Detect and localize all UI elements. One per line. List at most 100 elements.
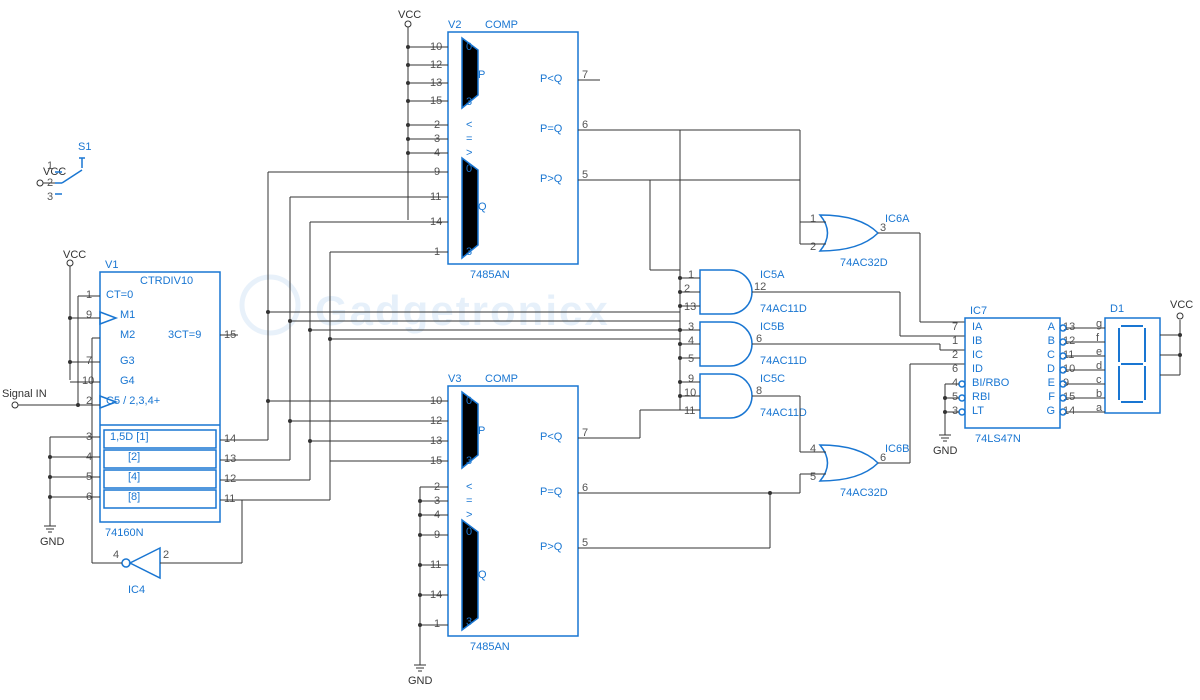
svg-text:IC4: IC4 [128, 584, 145, 596]
svg-text:GND: GND [408, 675, 433, 687]
svg-text:>: > [466, 509, 472, 521]
svg-text:4: 4 [113, 549, 119, 561]
svg-text:P=Q: P=Q [540, 123, 563, 135]
watermark: Gadgetronicx [242, 277, 610, 334]
svg-text:4: 4 [688, 335, 694, 347]
svg-text:74LS47N: 74LS47N [975, 433, 1021, 445]
svg-text:G4: G4 [120, 375, 135, 387]
svg-text:7485AN: 7485AN [470, 269, 510, 281]
svg-text:IC6A: IC6A [885, 213, 910, 225]
svg-text:P>Q: P>Q [540, 173, 563, 185]
comparator-v2: V2 COMP P Q 03 <=> 03 10121315 234 91114… [406, 19, 680, 281]
svg-text:IC5C: IC5C [760, 373, 785, 385]
svg-text:3: 3 [688, 321, 694, 333]
svg-text:ID: ID [972, 363, 983, 375]
svg-text:3: 3 [47, 191, 53, 203]
svg-text:B: B [1048, 335, 1055, 347]
svg-text:8: 8 [756, 385, 762, 397]
svg-text:S1: S1 [78, 141, 91, 153]
svg-text:11: 11 [224, 493, 235, 505]
svg-text:1: 1 [434, 618, 440, 630]
svg-text:12: 12 [224, 473, 236, 485]
svg-text:a: a [1096, 402, 1103, 414]
svg-text:13: 13 [224, 453, 236, 465]
svg-text:V3: V3 [448, 373, 461, 385]
svg-text:3: 3 [952, 405, 958, 417]
svg-text:1: 1 [688, 269, 694, 281]
svg-text:g: g [1096, 318, 1102, 330]
svg-text:3: 3 [466, 246, 472, 258]
svg-text:11: 11 [684, 405, 695, 417]
svg-text:COMP: COMP [485, 373, 518, 385]
svg-text:0: 0 [466, 395, 472, 407]
svg-text:IA: IA [972, 321, 983, 333]
svg-text:Gadgetronicx: Gadgetronicx [315, 287, 610, 334]
svg-text:Q: Q [478, 569, 487, 581]
svg-text:7: 7 [86, 355, 92, 367]
svg-text:P<Q: P<Q [540, 73, 563, 85]
svg-text:d: d [1096, 360, 1102, 372]
svg-text:6: 6 [880, 452, 886, 464]
svg-text:[2]: [2] [128, 451, 140, 463]
svg-text:1: 1 [952, 335, 958, 347]
svg-text:7: 7 [952, 321, 958, 333]
svg-text:12: 12 [754, 281, 766, 293]
svg-text:5: 5 [582, 169, 588, 181]
svg-text:IC: IC [972, 349, 983, 361]
svg-text:LT: LT [972, 405, 984, 417]
svg-text:b: b [1096, 388, 1102, 400]
svg-text:F: F [1048, 391, 1055, 403]
svg-text:<: < [466, 119, 472, 131]
display-d1: D1 gfe dcba VCC [1066, 299, 1193, 414]
svg-text:10: 10 [684, 387, 696, 399]
svg-text:6: 6 [952, 363, 958, 375]
svg-text:P<Q: P<Q [540, 431, 563, 443]
svg-text:3: 3 [466, 96, 472, 108]
svg-text:V2: V2 [448, 19, 461, 31]
vcc-bus-top: VCC [398, 9, 421, 220]
svg-text:14: 14 [224, 433, 236, 445]
svg-text:c: c [1096, 374, 1102, 386]
svg-text:74AC11D: 74AC11D [760, 355, 807, 367]
svg-text:7: 7 [582, 427, 588, 439]
svg-text:P>Q: P>Q [540, 541, 563, 553]
svg-text:GND: GND [40, 536, 65, 548]
svg-text:7485AN: 7485AN [470, 641, 510, 653]
svg-text:7: 7 [582, 69, 588, 81]
comparator-v3: V3 COMP P Q 03 <=> 03 10121315 234 91114… [266, 373, 800, 687]
svg-text:3CT=9: 3CT=9 [168, 329, 201, 341]
svg-text:e: e [1096, 346, 1102, 358]
svg-text:RBI: RBI [972, 391, 990, 403]
svg-text:D1: D1 [1110, 303, 1124, 315]
svg-text:COMP: COMP [485, 19, 518, 31]
decoder-input-net [900, 233, 965, 463]
svg-text:2: 2 [163, 549, 169, 561]
svg-text:Q: Q [478, 201, 487, 213]
svg-text:IB: IB [972, 335, 982, 347]
svg-text:>: > [466, 147, 472, 159]
svg-text:<: < [466, 481, 472, 493]
svg-text:VCC: VCC [398, 9, 421, 21]
svg-text:5: 5 [582, 537, 588, 549]
svg-text:74AC32D: 74AC32D [840, 487, 888, 499]
decoder-ic7: IC7 IA IB IC ID BI/RBO RBI LT A B C D E … [933, 305, 1075, 457]
svg-text:IC5A: IC5A [760, 269, 785, 281]
svg-text:GND: GND [933, 445, 958, 457]
svg-text:P: P [478, 69, 485, 81]
svg-text:6: 6 [582, 119, 588, 131]
and-gates: IC5A 74AC11D 121312 IC5B 74AC11D 3456 IC… [640, 130, 940, 438]
svg-text:CT=0: CT=0 [106, 289, 133, 301]
svg-text:6: 6 [756, 333, 762, 345]
svg-text:3: 3 [880, 222, 886, 234]
svg-text:P=Q: P=Q [540, 486, 563, 498]
counter-v1: V1 CTRDIV10 19 7102 3456 CT=0 M1 M2 G3 G… [40, 249, 330, 548]
svg-text:74AC32D: 74AC32D [840, 257, 888, 269]
switch-s1: VCC S1 123 [37, 141, 91, 203]
svg-text:G3: G3 [120, 355, 135, 367]
svg-text:1,5D [1]: 1,5D [1] [110, 431, 149, 443]
svg-text:9: 9 [86, 309, 92, 321]
svg-text:CTRDIV10: CTRDIV10 [140, 275, 193, 287]
svg-text:Signal IN: Signal IN [2, 388, 47, 400]
svg-text:[4]: [4] [128, 471, 140, 483]
svg-text:M2: M2 [120, 329, 135, 341]
